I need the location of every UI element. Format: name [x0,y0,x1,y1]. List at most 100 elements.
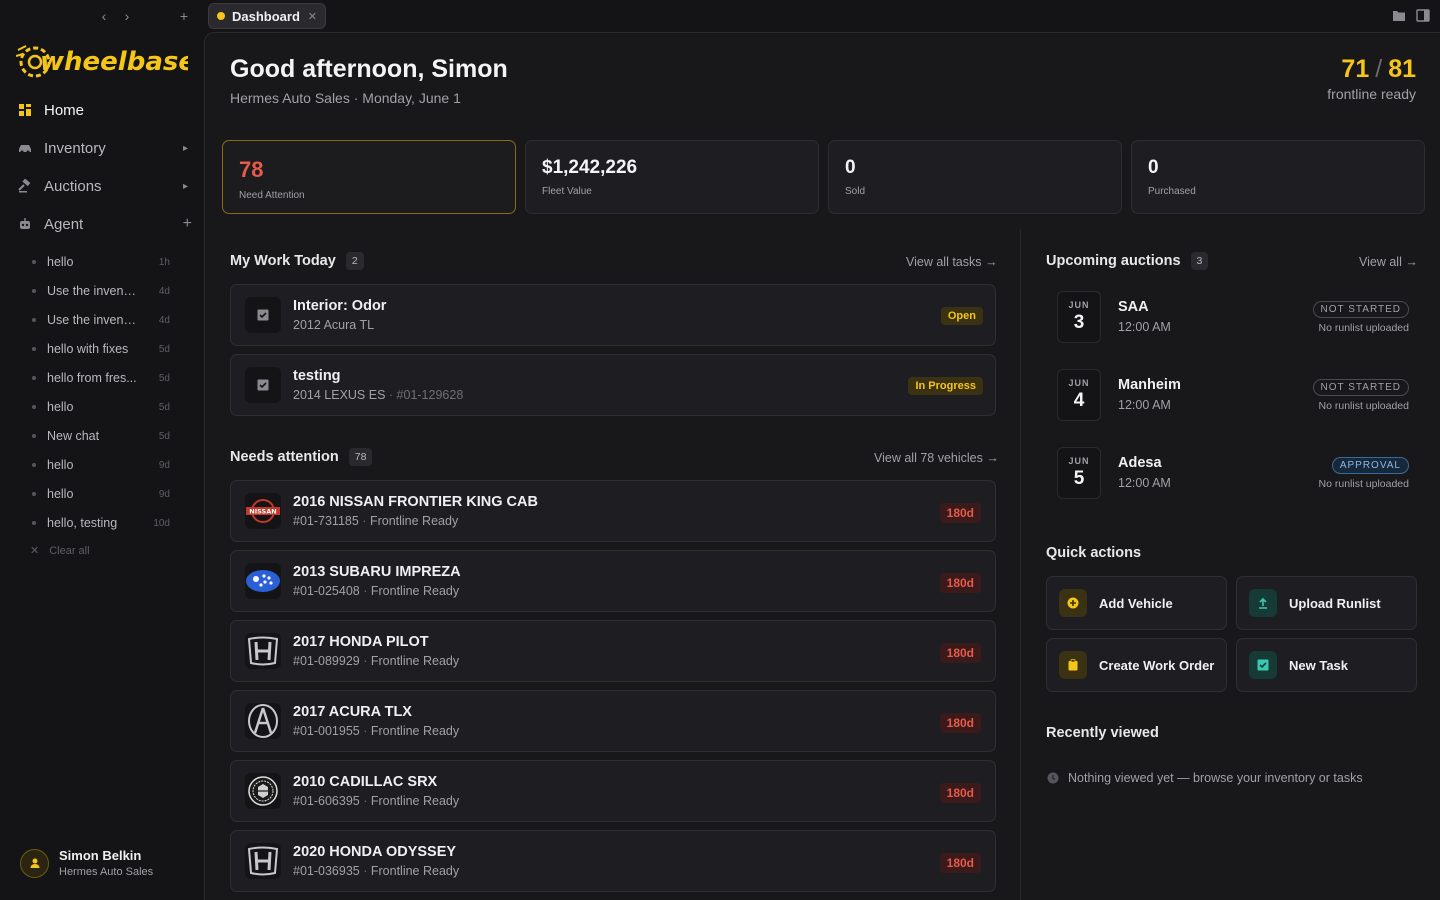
chat-item[interactable]: hello 1h [32,253,172,271]
stock-number: #01-025408 [293,584,360,598]
task-title: testing [293,368,341,384]
nav-home[interactable]: Home [18,98,194,122]
auction-date: JUN 5 [1057,447,1101,499]
add-vehicle-button[interactable]: Add Vehicle [1046,576,1227,630]
vehicle-status: Frontline Ready [370,654,460,668]
view-all-vehicles-link[interactable]: View all 78 vehicles → [874,451,999,465]
task-stock-number: · #01-129628 [388,388,464,402]
quick-action-label: Create Work Order [1099,657,1215,673]
auction-day: 4 [1073,390,1085,411]
create-work-order-button[interactable]: Create Work Order [1046,638,1227,692]
vehicle-card[interactable]: 2013 SUBARU IMPREZA #01-025408 · Frontli… [230,550,996,612]
chat-item[interactable]: New chat 5d [32,427,172,445]
chat-item[interactable]: Use the invent... 4d [32,282,172,300]
new-chat-plus-icon[interactable]: + [183,215,192,233]
auction-date: JUN 4 [1057,369,1101,421]
wheelbase-logo[interactable]: wheelbase [15,40,196,82]
chat-item[interactable]: hello 9d [32,456,172,474]
auction-day: 5 [1073,468,1085,489]
stat-purchased[interactable]: 0 Purchased [1131,140,1425,214]
sidebar-toggle-icon[interactable] [1416,9,1430,22]
stat-label: Fleet Value [542,186,592,197]
nav-auctions[interactable]: Auctions ▸ [18,174,194,198]
chat-dot [32,405,36,409]
recently-viewed-heading: Recently viewed [1046,725,1159,741]
svg-text:NISSAN: NISSAN [249,508,276,516]
chat-item[interactable]: hello, testing 10d [32,514,172,532]
task-title: Interior: Odor [293,298,387,314]
frontline-ready-counter: 71/81 frontline ready [1327,55,1416,102]
back-arrow-icon[interactable]: ‹ [94,6,114,26]
upload-icon [1249,589,1277,617]
task-check-icon [1249,651,1277,679]
auction-month: JUN [1068,378,1090,388]
chat-label: hello, testing [47,516,118,530]
tab-dashboard[interactable]: Dashboard ✕ [208,3,326,29]
nav-inventory-label: Inventory [44,139,106,157]
upcoming-auctions-heading: Upcoming auctions 3 [1046,252,1209,270]
stat-label: Sold [845,186,866,197]
avatar [20,848,49,878]
chat-dot [32,521,36,525]
auction-name: Manheim [1118,377,1181,393]
vehicle-status: Frontline Ready [370,584,460,598]
chat-item[interactable]: Use the invent... 4d [32,311,172,329]
chat-dot [32,492,36,496]
vehicle-card[interactable]: 2020 HONDA ODYSSEY #01-036935 · Frontlin… [230,830,996,892]
clock-icon [1047,772,1059,784]
vehicle-card[interactable]: 2017 ACURA TLX #01-001955 · Frontline Re… [230,690,996,752]
quick-action-label: New Task [1289,657,1349,673]
main-panel: Good afternoon, Simon Hermes Auto Sales … [204,32,1440,900]
nav-agent[interactable]: Agent + [18,212,194,236]
vehicle-status: Frontline Ready [370,864,460,878]
chat-time: 10d [153,517,170,529]
chat-item[interactable]: hello from fres... 5d [32,369,172,387]
auction-item[interactable]: JUN 3 SAA 12:00 AM NOT STARTED No runlis… [1057,291,1417,351]
chat-label: Use the invent... [47,284,137,298]
chat-item[interactable]: hello 5d [32,398,172,416]
vehicle-subtitle: #01-036935 · Frontline Ready [293,864,460,878]
new-task-button[interactable]: New Task [1236,638,1417,692]
vehicle-title: 2017 HONDA PILOT [293,634,429,650]
stat-sold[interactable]: 0 Sold [828,140,1122,214]
stock-number: #01-036935 [293,864,360,878]
clear-all-button[interactable]: ✕ Clear all [30,544,90,558]
tab-close-icon[interactable]: ✕ [308,10,317,23]
view-all-auctions-link[interactable]: View all → [1359,255,1418,269]
auction-item[interactable]: JUN 5 Adesa 12:00 AM APPROVAL No runlist… [1057,447,1417,507]
stock-number: #01-089929 [293,654,360,668]
needs-attention-heading: Needs attention 78 [230,448,373,466]
days-badge: 180d [939,643,981,663]
vehicle-card[interactable]: 2017 HONDA PILOT #01-089929 · Frontline … [230,620,996,682]
chat-dot [32,463,36,467]
days-badge: 180d [939,783,981,803]
auction-runlist-note: No runlist uploaded [1318,400,1409,412]
days-badge: 180d [939,853,981,873]
chat-item[interactable]: hello with fixes 5d [32,340,172,358]
vehicle-card[interactable]: NISSAN 2016 NISSAN FRONTIER KING CAB #01… [230,480,996,542]
stock-number: #01-731185 [293,514,359,528]
chat-dot [32,289,36,293]
chevron-right-icon: ▸ [182,142,188,154]
tab-status-dot [217,12,225,20]
auction-name: SAA [1118,299,1149,315]
stat-fleet-value[interactable]: $1,242,226 Fleet Value [525,140,819,214]
user-profile[interactable]: Simon Belkin Hermes Auto Sales [20,848,153,878]
forward-arrow-icon[interactable]: › [117,6,137,26]
task-card[interactable]: testing 2014 LEXUS ES · #01-129628 In Pr… [230,354,996,416]
folder-icon[interactable] [1392,9,1406,22]
auction-name: Adesa [1118,455,1162,471]
nav-inventory[interactable]: Inventory ▸ [18,136,194,160]
task-card[interactable]: Interior: Odor 2012 Acura TL Open [230,284,996,346]
task-vehicle: 2012 Acura TL [293,318,375,332]
new-tab-plus-icon[interactable]: + [174,6,194,26]
stat-need-attention[interactable]: 78 Need Attention [222,140,516,214]
vehicle-card[interactable]: 2010 CADILLAC SRX #01-606395 · Frontline… [230,760,996,822]
days-badge: 180d [939,573,981,593]
view-all-tasks-link[interactable]: View all tasks → [906,255,997,269]
chat-item[interactable]: hello 9d [32,485,172,503]
ready-label: frontline ready [1327,86,1416,102]
upload-runlist-button[interactable]: Upload Runlist [1236,576,1417,630]
ready-count: 71 [1341,55,1370,83]
auction-item[interactable]: JUN 4 Manheim 12:00 AM NOT STARTED No ru… [1057,369,1417,429]
